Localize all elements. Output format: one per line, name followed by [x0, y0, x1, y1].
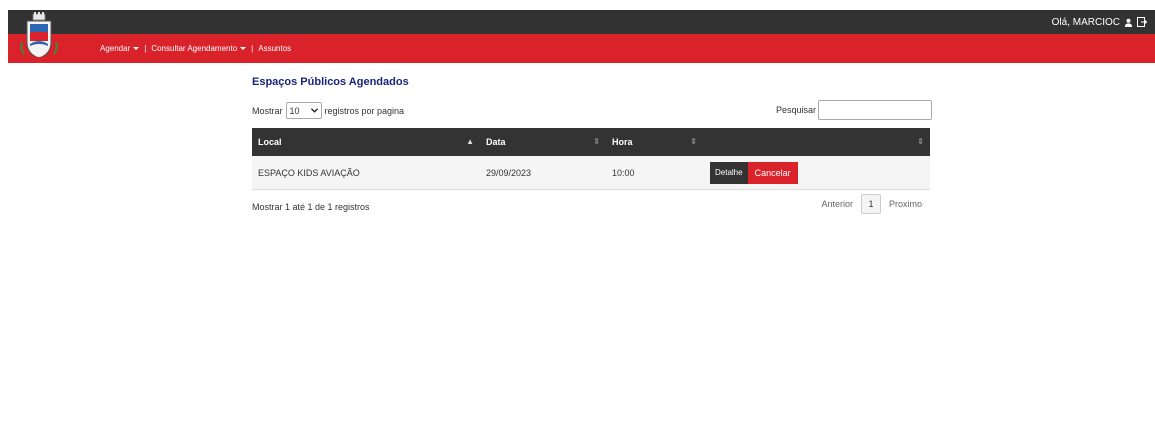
caret-down-icon [133, 47, 140, 50]
page-1-button[interactable]: 1 [860, 194, 881, 214]
chevron-down-icon [310, 108, 318, 113]
sort-asc-icon: ▲ [466, 137, 474, 146]
top-bar [8, 10, 1155, 34]
nav-separator: | [144, 44, 147, 53]
search-input[interactable] [818, 100, 932, 120]
page-length-value: 10 [289, 105, 300, 116]
length-suffix: registros por pagina [324, 105, 405, 116]
pagination: Anterior 1 Proximo [821, 194, 922, 214]
caret-down-icon [240, 47, 247, 50]
cell-local: ESPAÇO KIDS AVIAÇÃO [258, 167, 360, 178]
cell-hora: 10:00 [612, 167, 635, 178]
page-title: Espaços Públicos Agendados [252, 76, 409, 88]
city-crest-logo [20, 12, 58, 61]
search-label: Pesquisar [775, 105, 816, 115]
length-prefix: Mostrar [252, 105, 283, 116]
table-row: ESPAÇO KIDS AVIAÇÃO 29/09/2023 10:00 Det… [252, 156, 930, 190]
sort-icon: ⇕ [917, 137, 924, 146]
nav-item-label: Consultar Agendamento [151, 44, 238, 53]
column-header-actions[interactable]: ⇕ [703, 128, 930, 156]
search-control: Pesquisar [776, 100, 932, 120]
cell-actions: Detalhe Cancelar [703, 156, 930, 189]
table-header: Local ▲ Data ⇕ Hora ⇕ ⇕ [252, 128, 930, 156]
column-header-local[interactable]: Local ▲ [252, 128, 480, 156]
table-info: Mostrar 1 até 1 de 1 registros [252, 202, 370, 212]
logout-icon[interactable] [1137, 17, 1147, 27]
sort-icon: ⇕ [690, 137, 697, 146]
greeting-text: Olá, MARCIOC [1051, 16, 1120, 28]
column-header-data[interactable]: Data ⇕ [480, 128, 606, 156]
nav-item-label: Assuntos [258, 44, 292, 53]
sort-icon: ⇕ [593, 137, 600, 146]
cancel-button[interactable]: Cancelar [747, 161, 798, 184]
nav-item-label: Agendar [100, 44, 131, 53]
previous-page-button[interactable]: Anterior [821, 199, 853, 209]
nav-item-consultar-agendamento[interactable]: Consultar Agendamento [151, 44, 247, 53]
page-length-control: Mostrar 10 registros por pagina [252, 102, 404, 119]
cell-data: 29/09/2023 [486, 167, 532, 178]
nav-separator: | [251, 44, 254, 53]
nav-item-agendar[interactable]: Agendar [100, 44, 140, 53]
row-actions: Detalhe Cancelar [710, 161, 798, 184]
appointments-table: Local ▲ Data ⇕ Hora ⇕ ⇕ ESPAÇO KIDS AVIA… [252, 128, 930, 190]
next-page-button[interactable]: Proximo [889, 199, 922, 209]
user-menu[interactable]: Olá, MARCIOC [1052, 10, 1147, 34]
column-header-label: Hora [612, 137, 633, 147]
column-header-label: Local [258, 137, 282, 147]
page-length-select[interactable]: 10 [285, 102, 322, 119]
column-header-hora[interactable]: Hora ⇕ [606, 128, 703, 156]
user-icon [1124, 18, 1133, 27]
column-header-label: Data [486, 137, 506, 147]
nav-item-assuntos[interactable]: Assuntos [258, 44, 291, 53]
detail-button[interactable]: Detalhe [710, 161, 748, 184]
main-nav: Agendar | Consultar Agendamento | Assunt… [100, 34, 291, 63]
